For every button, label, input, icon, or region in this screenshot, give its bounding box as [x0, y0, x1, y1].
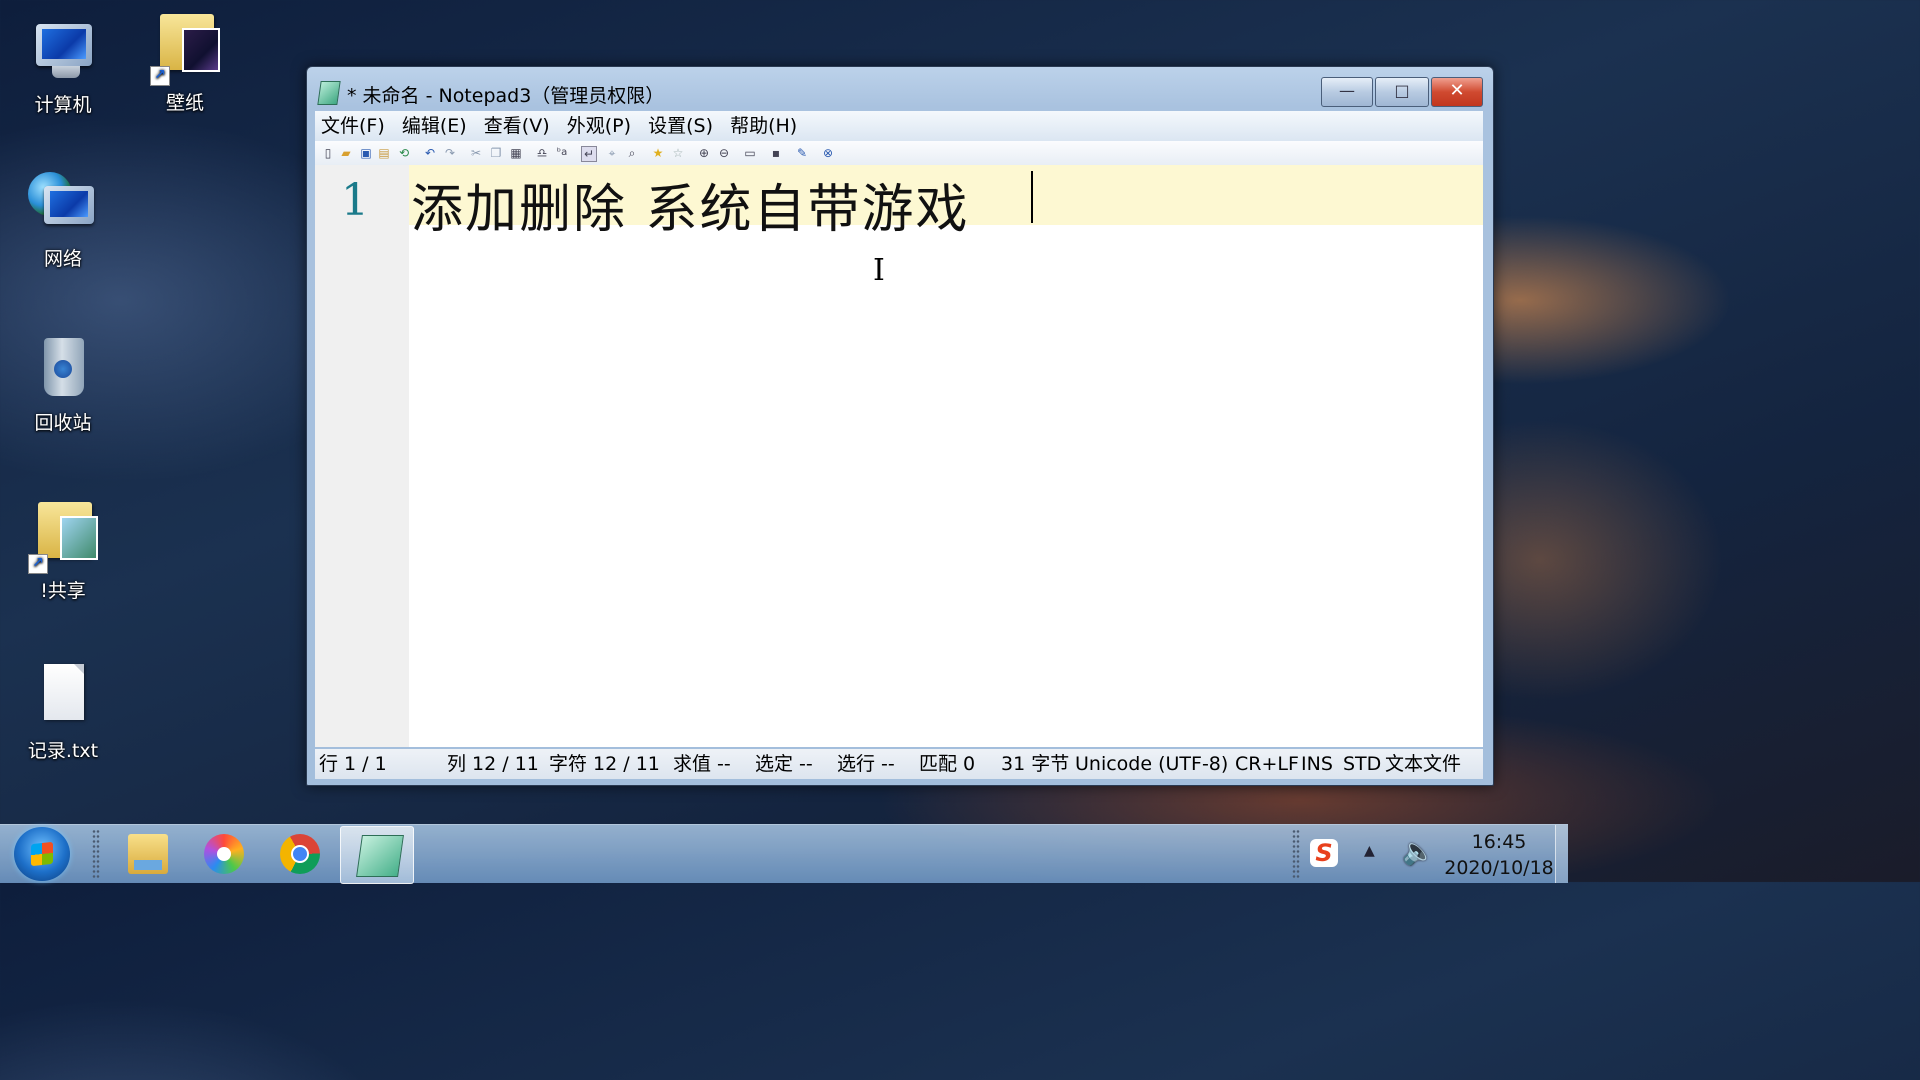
clock-time: 16:45: [1471, 831, 1527, 853]
redo-icon[interactable]: ↷: [443, 146, 457, 160]
taskbar-pinwheel-app[interactable]: [186, 826, 258, 882]
file-explorer-icon: [128, 834, 168, 874]
pinwheel-app-icon: [204, 834, 244, 874]
taskbar-chrome[interactable]: [262, 826, 334, 882]
folder-shortcut-icon: ↗: [28, 496, 98, 574]
menu-edit[interactable]: 编辑(E): [396, 111, 473, 139]
paste-icon[interactable]: ▦: [509, 146, 523, 160]
status-bar: 行 1 / 1 列 12 / 11 字符 12 / 11 求值 -- 选定 --…: [315, 749, 1483, 779]
find-next-icon[interactable]: ⌖: [605, 146, 619, 160]
taskbar-grip[interactable]: [92, 829, 100, 879]
show-hidden-icons-arrow-icon[interactable]: ▲: [1364, 843, 1375, 859]
taskbar-explorer[interactable]: [110, 826, 182, 882]
chrome-icon: [280, 834, 320, 874]
folder-shortcut-icon: ↗: [150, 8, 220, 86]
desktop-icon-share[interactable]: ↗ !共享: [8, 496, 118, 603]
revert-icon[interactable]: ⟲: [397, 146, 411, 160]
editor-area[interactable]: 1 添加删除 系统自带游戏 I: [315, 165, 1483, 747]
network-icon: [28, 172, 98, 240]
status-eval[interactable]: 求值 --: [673, 749, 731, 779]
close-button[interactable]: ✕: [1431, 77, 1483, 107]
computer-icon: [28, 18, 98, 86]
desktop-icon-recycle-bin[interactable]: 回收站: [8, 336, 118, 435]
save-as-icon[interactable]: ▤: [377, 146, 391, 160]
status-selection[interactable]: 选定 --: [755, 749, 813, 779]
zoom-in-icon[interactable]: ⊕: [697, 146, 711, 160]
desktop-icon-label: 网络: [43, 248, 82, 270]
status-bytes[interactable]: 31 字节: [1001, 749, 1069, 779]
menu-bar: 文件(F) 编辑(E) 查看(V) 外观(P) 设置(S) 帮助(H): [315, 111, 1483, 141]
cut-icon[interactable]: ✂: [469, 146, 483, 160]
new-icon[interactable]: ▯: [321, 146, 335, 160]
desktop-icon-label: 壁纸: [165, 92, 204, 114]
desktop-icon-label: 计算机: [34, 94, 92, 116]
menu-settings[interactable]: 设置(S): [642, 111, 719, 139]
pin-icon[interactable]: ✎: [795, 146, 809, 160]
desktop-icon-label: !共享: [40, 580, 86, 602]
zoom-out-icon[interactable]: ⊖: [717, 146, 731, 160]
status-column[interactable]: 列 12 / 11: [447, 749, 539, 779]
desktop-icon-label: 回收站: [34, 412, 92, 434]
clock[interactable]: 16:45 2020/10/18: [1444, 829, 1554, 881]
taskbar: S ▲ 🔈 16:45 2020/10/18: [0, 824, 1568, 884]
desktop-icon-label: 记录.txt: [27, 740, 99, 762]
view-icon[interactable]: ▭: [743, 146, 757, 160]
menu-view[interactable]: 查看(V): [478, 111, 556, 139]
editor-line-text[interactable]: 添加删除 系统自带游戏: [411, 167, 970, 242]
menu-help[interactable]: 帮助(H): [724, 111, 803, 139]
minimize-button[interactable]: —: [1321, 77, 1373, 107]
notepad3-icon: [356, 835, 404, 877]
status-filetype[interactable]: 文本文件: [1385, 749, 1461, 779]
toolbar: ▯ ▰ ▣ ▤ ⟲ ↶ ↷ ✂ ❐ ▦ ♎ ᵇa ↵ ⌖ ⌕ ★ ☆ ⊕ ⊖ ▭…: [315, 141, 1483, 166]
taskbar-notepad3[interactable]: [340, 826, 414, 884]
fullscreen-icon[interactable]: ▪: [769, 146, 783, 160]
status-line[interactable]: 行 1 / 1: [319, 749, 387, 779]
open-icon[interactable]: ▰: [339, 146, 353, 160]
undo-icon[interactable]: ↶: [423, 146, 437, 160]
desktop-icon-record-txt[interactable]: 记录.txt: [8, 664, 118, 763]
menu-file[interactable]: 文件(F): [315, 111, 391, 139]
favorites-icon[interactable]: ★: [651, 146, 665, 160]
add-favorite-icon[interactable]: ☆: [671, 146, 685, 160]
volume-icon[interactable]: 🔈: [1402, 837, 1434, 867]
status-eol[interactable]: CR+LF: [1235, 749, 1299, 779]
recycle-bin-icon: [28, 336, 98, 404]
status-chars[interactable]: 字符 12 / 11: [549, 749, 660, 779]
exit-icon[interactable]: ⊗: [821, 146, 835, 160]
desktop-icon-wallpaper[interactable]: ↗ 壁纸: [130, 8, 240, 115]
word-wrap-icon[interactable]: ↵: [581, 146, 597, 162]
ibeam-cursor-icon: I: [873, 253, 885, 288]
status-match[interactable]: 匹配 0: [919, 749, 975, 779]
goto-icon[interactable]: ⌕: [625, 146, 639, 160]
tray-grip[interactable]: [1292, 829, 1300, 879]
show-desktop-button[interactable]: [1555, 825, 1568, 883]
notepad3-window: * 未命名 - Notepad3（管理员权限） — □ ✕ 文件(F) 编辑(E…: [306, 66, 1494, 786]
status-selected-lines[interactable]: 选行 --: [837, 749, 895, 779]
save-icon[interactable]: ▣: [359, 146, 373, 160]
line-number: 1: [341, 175, 369, 226]
desktop-icon-network[interactable]: 网络: [8, 172, 118, 271]
status-std[interactable]: STD: [1343, 749, 1381, 779]
line-number-gutter: 1: [315, 165, 409, 747]
replace-icon[interactable]: ᵇa: [555, 146, 569, 160]
find-icon[interactable]: ♎: [535, 146, 549, 160]
clock-date: 2020/10/18: [1444, 857, 1554, 879]
status-ins[interactable]: INS: [1301, 749, 1333, 779]
desktop-icon-computer[interactable]: 计算机: [8, 18, 118, 117]
notepad3-app-icon[interactable]: [317, 81, 341, 105]
menu-appearance[interactable]: 外观(P): [561, 111, 637, 139]
window-title: * 未命名 - Notepad3（管理员权限）: [347, 85, 665, 107]
status-encoding[interactable]: Unicode (UTF-8): [1075, 749, 1228, 779]
copy-icon[interactable]: ❐: [489, 146, 503, 160]
text-file-icon: [28, 664, 98, 732]
text-caret: [1031, 171, 1033, 223]
start-button[interactable]: [14, 827, 70, 881]
sogou-ime-icon[interactable]: S: [1310, 839, 1338, 867]
maximize-button[interactable]: □: [1375, 77, 1429, 107]
